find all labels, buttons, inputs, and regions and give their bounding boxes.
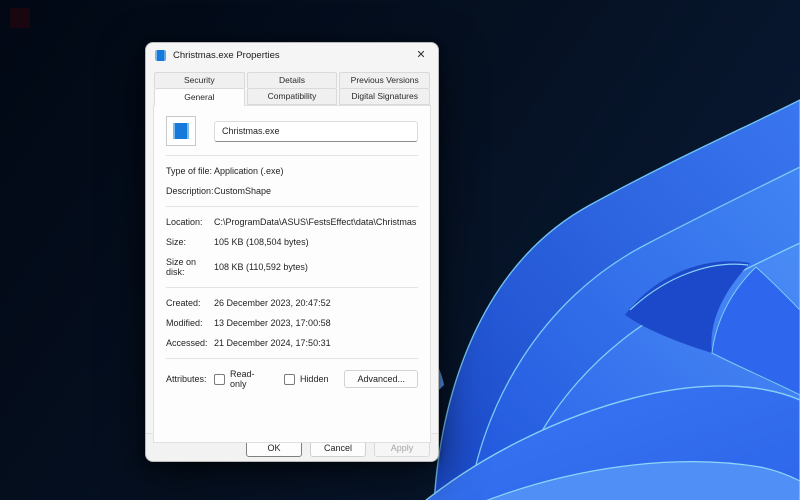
size-on-disk-row: Size on disk: 108 KB (110,592 bytes) <box>166 257 418 277</box>
filename-input[interactable] <box>214 121 418 142</box>
divider <box>166 206 418 207</box>
file-icon-glyph <box>173 123 189 139</box>
accessed-value: 21 December 2024, 17:50:31 <box>214 338 418 348</box>
created-value: 26 December 2023, 20:47:52 <box>214 298 418 308</box>
type-value: Application (.exe) <box>214 166 418 176</box>
divider <box>166 287 418 288</box>
tab-details[interactable]: Details <box>247 72 338 88</box>
type-label: Type of file: <box>166 166 214 176</box>
tab-security[interactable]: Security <box>154 72 245 88</box>
file-icon <box>166 116 196 146</box>
general-tab-panel: Type of file: Application (.exe) Descrip… <box>153 105 431 443</box>
app-icon <box>155 50 166 61</box>
hidden-checkbox-group[interactable]: Hidden <box>284 374 329 385</box>
attributes-label: Attributes: <box>166 374 214 384</box>
title-bar[interactable]: Christmas.exe Properties ✕ <box>146 43 438 67</box>
created-label: Created: <box>166 298 214 308</box>
size-on-disk-label: Size on disk: <box>166 257 214 277</box>
size-on-disk-value: 108 KB (110,592 bytes) <box>214 262 418 272</box>
tab-compatibility[interactable]: Compatibility <box>247 88 338 105</box>
location-row: Location: C:\ProgramData\ASUS\FestsEffec… <box>166 217 418 227</box>
close-icon[interactable]: ✕ <box>413 47 429 63</box>
readonly-label: Read-only <box>230 369 268 389</box>
divider <box>166 358 418 359</box>
tab-strip: Security Details Previous Versions Gener… <box>146 67 438 105</box>
description-row: Description: CustomShape <box>166 186 418 196</box>
type-of-file-row: Type of file: Application (.exe) <box>166 166 418 176</box>
accessed-row: Accessed: 21 December 2024, 17:50:31 <box>166 338 418 348</box>
location-label: Location: <box>166 217 214 227</box>
modified-row: Modified: 13 December 2023, 17:00:58 <box>166 318 418 328</box>
description-value: CustomShape <box>214 186 418 196</box>
corner-marker <box>10 8 30 28</box>
attributes-row: Attributes: Read-only Hidden Advanced... <box>166 369 418 389</box>
hidden-checkbox[interactable] <box>284 374 295 385</box>
modified-value: 13 December 2023, 17:00:58 <box>214 318 418 328</box>
created-row: Created: 26 December 2023, 20:47:52 <box>166 298 418 308</box>
tab-general[interactable]: General <box>154 88 245 106</box>
tab-previous-versions[interactable]: Previous Versions <box>339 72 430 88</box>
hidden-label: Hidden <box>300 374 329 384</box>
divider <box>166 155 418 156</box>
size-label: Size: <box>166 237 214 247</box>
modified-label: Modified: <box>166 318 214 328</box>
properties-dialog: Christmas.exe Properties ✕ Security Deta… <box>145 42 439 462</box>
accessed-label: Accessed: <box>166 338 214 348</box>
readonly-checkbox-group[interactable]: Read-only <box>214 369 268 389</box>
location-value: C:\ProgramData\ASUS\FestsEffect\data\Chr… <box>214 217 418 227</box>
windows-bloom-wallpaper <box>420 95 800 500</box>
window-title: Christmas.exe Properties <box>173 50 413 61</box>
size-value: 105 KB (108,504 bytes) <box>214 237 418 247</box>
advanced-button[interactable]: Advanced... <box>344 370 418 388</box>
size-row: Size: 105 KB (108,504 bytes) <box>166 237 418 247</box>
readonly-checkbox[interactable] <box>214 374 225 385</box>
description-label: Description: <box>166 186 214 196</box>
tab-digital-signatures[interactable]: Digital Signatures <box>339 88 430 105</box>
